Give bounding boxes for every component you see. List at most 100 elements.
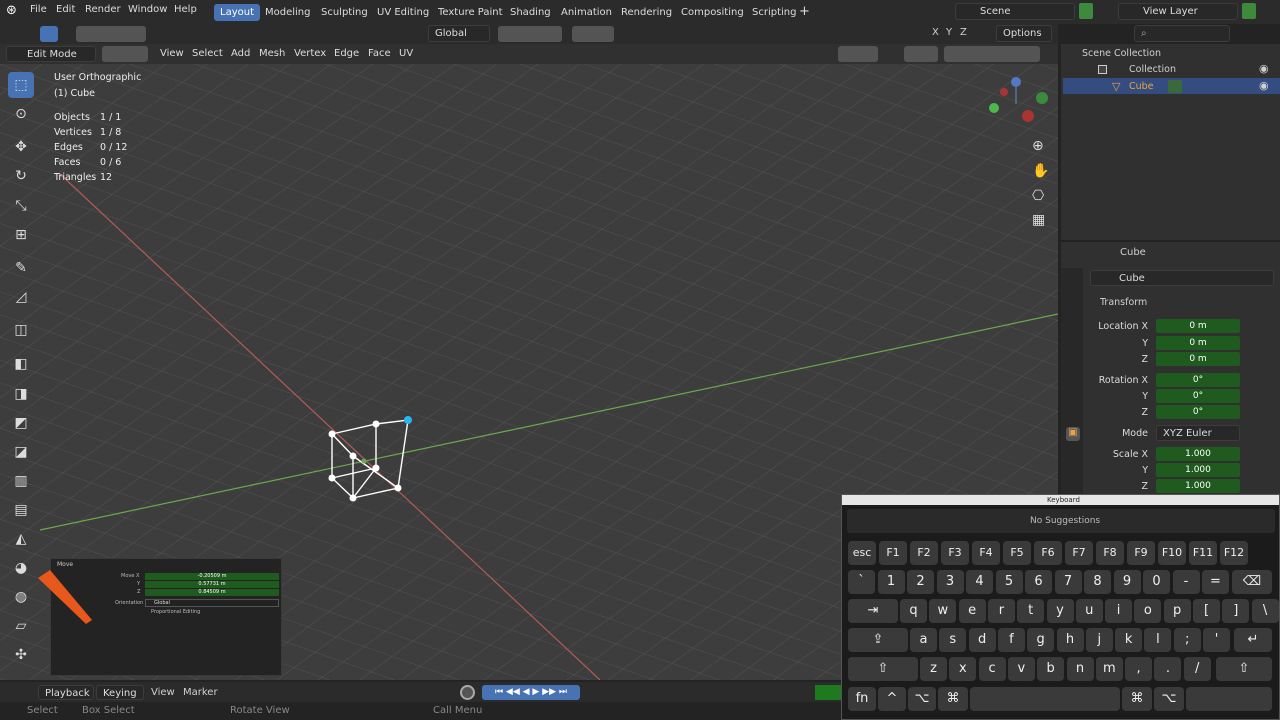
- timeline-marker-menu[interactable]: Marker: [183, 687, 218, 698]
- rip-icon[interactable]: ✣: [8, 642, 34, 668]
- cursor-icon[interactable]: ⊙: [8, 101, 34, 127]
- visibility-icons[interactable]: [838, 46, 878, 62]
- poly-build-icon[interactable]: ▤: [8, 497, 34, 523]
- spin-icon[interactable]: ◭: [8, 526, 34, 552]
- key-letter[interactable]: p: [1163, 599, 1191, 623]
- shading-mode-icons[interactable]: [944, 46, 1040, 62]
- key-arrows[interactable]: [1186, 687, 1272, 711]
- key-digit[interactable]: 0: [1143, 570, 1170, 594]
- key-digit[interactable]: 5: [995, 570, 1023, 594]
- object-name-field[interactable]: Cube: [1090, 270, 1274, 286]
- key-command-left[interactable]: ⌘: [938, 687, 968, 711]
- tab-texture-paint[interactable]: Texture Paint: [432, 4, 509, 21]
- rotate-icon[interactable]: ↻: [8, 163, 34, 189]
- key-letter[interactable]: /: [1183, 657, 1211, 681]
- move-z-field[interactable]: 0.84509 m: [145, 589, 279, 596]
- key-letter[interactable]: ': [1203, 628, 1230, 652]
- mirror-z[interactable]: Z: [960, 27, 967, 38]
- add-workspace-icon[interactable]: +: [799, 4, 813, 20]
- proportional-editing-checkbox[interactable]: Proportional Editing: [151, 609, 200, 615]
- key-delete[interactable]: ⌫: [1232, 570, 1272, 594]
- tab-modeling[interactable]: Modeling: [259, 4, 317, 21]
- view-layer-selector[interactable]: View Layer: [1118, 3, 1238, 20]
- key-f11[interactable]: F11: [1189, 541, 1217, 565]
- key-letter[interactable]: e: [958, 599, 986, 623]
- outliner-search-input[interactable]: ⌕: [1134, 25, 1230, 42]
- inset-icon[interactable]: ◨: [8, 381, 34, 407]
- rotation-x-field[interactable]: 0°: [1156, 373, 1240, 387]
- menu-render[interactable]: Render: [85, 4, 121, 15]
- key-f4[interactable]: F4: [972, 541, 1000, 565]
- key-letter[interactable]: n: [1066, 657, 1094, 681]
- key-control[interactable]: ^: [878, 687, 906, 711]
- key-esc[interactable]: esc: [848, 541, 876, 565]
- add-cube-icon[interactable]: ◫: [8, 317, 34, 343]
- mirror-y[interactable]: Y: [946, 27, 952, 38]
- tab-shading[interactable]: Shading: [504, 4, 557, 21]
- select-tool-icon[interactable]: [40, 26, 58, 42]
- overlay-icons[interactable]: [904, 46, 938, 62]
- tab-sculpting[interactable]: Sculpting: [315, 4, 374, 21]
- key-letter[interactable]: o: [1134, 599, 1162, 623]
- key-letter[interactable]: u: [1075, 599, 1103, 623]
- zoom-icon[interactable]: ⊕: [1032, 138, 1044, 154]
- key-digit[interactable]: -: [1172, 570, 1200, 594]
- tab-scripting[interactable]: Scripting: [746, 4, 802, 21]
- grid-toggle-icon[interactable]: ▦: [1032, 212, 1045, 228]
- select-type-icons[interactable]: [102, 46, 148, 62]
- key-letter[interactable]: h: [1056, 628, 1084, 652]
- key-letter[interactable]: b: [1037, 657, 1065, 681]
- scale-x-field[interactable]: 1.000: [1156, 447, 1240, 461]
- key-letter[interactable]: w: [929, 599, 957, 623]
- key-letter[interactable]: x: [949, 657, 977, 681]
- key-letter[interactable]: .: [1154, 657, 1182, 681]
- key-letter[interactable]: ;: [1173, 628, 1201, 652]
- key-f7[interactable]: F7: [1065, 541, 1093, 565]
- move-x-field[interactable]: -0.20509 m: [145, 573, 279, 580]
- key-letter[interactable]: t: [1017, 599, 1045, 623]
- menu-window[interactable]: Window: [128, 4, 167, 15]
- key-letter[interactable]: a: [910, 628, 937, 652]
- key-tab[interactable]: ⇥: [848, 599, 898, 623]
- cube-item[interactable]: Cube: [1129, 81, 1154, 92]
- transform-icon[interactable]: ⊞: [8, 222, 34, 248]
- key-digit[interactable]: 9: [1113, 570, 1141, 594]
- key-letter[interactable]: c: [978, 657, 1006, 681]
- key-f12[interactable]: F12: [1220, 541, 1248, 565]
- key-f1[interactable]: F1: [879, 541, 907, 565]
- options-dropdown[interactable]: Options: [996, 25, 1052, 42]
- key-letter[interactable]: f: [997, 628, 1025, 652]
- bevel-icon[interactable]: ◩: [8, 410, 34, 436]
- key-option-left[interactable]: ⌥: [908, 687, 936, 711]
- extrude-icon[interactable]: ◧: [8, 351, 34, 377]
- key-digit[interactable]: `: [848, 570, 875, 594]
- key-return[interactable]: ↵: [1234, 628, 1272, 652]
- select-box-icon[interactable]: ⬚: [8, 72, 34, 98]
- menu-edit[interactable]: Edit: [56, 4, 75, 15]
- key-f3[interactable]: F3: [941, 541, 969, 565]
- key-digit[interactable]: 3: [936, 570, 964, 594]
- menu-vertex[interactable]: Vertex: [294, 48, 326, 59]
- rotation-mode-dropdown[interactable]: XYZ Euler: [1156, 425, 1240, 441]
- key-caps-lock[interactable]: ⇪: [848, 628, 908, 652]
- menu-view[interactable]: View: [160, 48, 184, 59]
- key-digit[interactable]: 4: [966, 570, 993, 594]
- transform-orientation-dropdown[interactable]: Global: [428, 25, 490, 42]
- record-icon[interactable]: [460, 685, 475, 700]
- key-letter[interactable]: q: [900, 599, 927, 623]
- key-space[interactable]: [970, 687, 1120, 711]
- key-letter[interactable]: [: [1193, 599, 1220, 623]
- key-letter[interactable]: r: [987, 599, 1015, 623]
- timeline-view-menu[interactable]: View: [151, 687, 175, 698]
- menu-file[interactable]: File: [30, 4, 47, 15]
- scene-collection-item[interactable]: Scene Collection: [1082, 48, 1161, 59]
- key-digit[interactable]: 8: [1084, 570, 1111, 594]
- key-f8[interactable]: F8: [1096, 541, 1124, 565]
- key-f9[interactable]: F9: [1127, 541, 1155, 565]
- select-mode-icons[interactable]: [76, 26, 146, 42]
- menu-help[interactable]: Help: [174, 4, 197, 15]
- collection-checkbox[interactable]: [1098, 65, 1107, 74]
- key-letter[interactable]: ,: [1125, 657, 1153, 681]
- measure-icon[interactable]: ◿: [8, 284, 34, 310]
- key-letter[interactable]: ]: [1222, 599, 1250, 623]
